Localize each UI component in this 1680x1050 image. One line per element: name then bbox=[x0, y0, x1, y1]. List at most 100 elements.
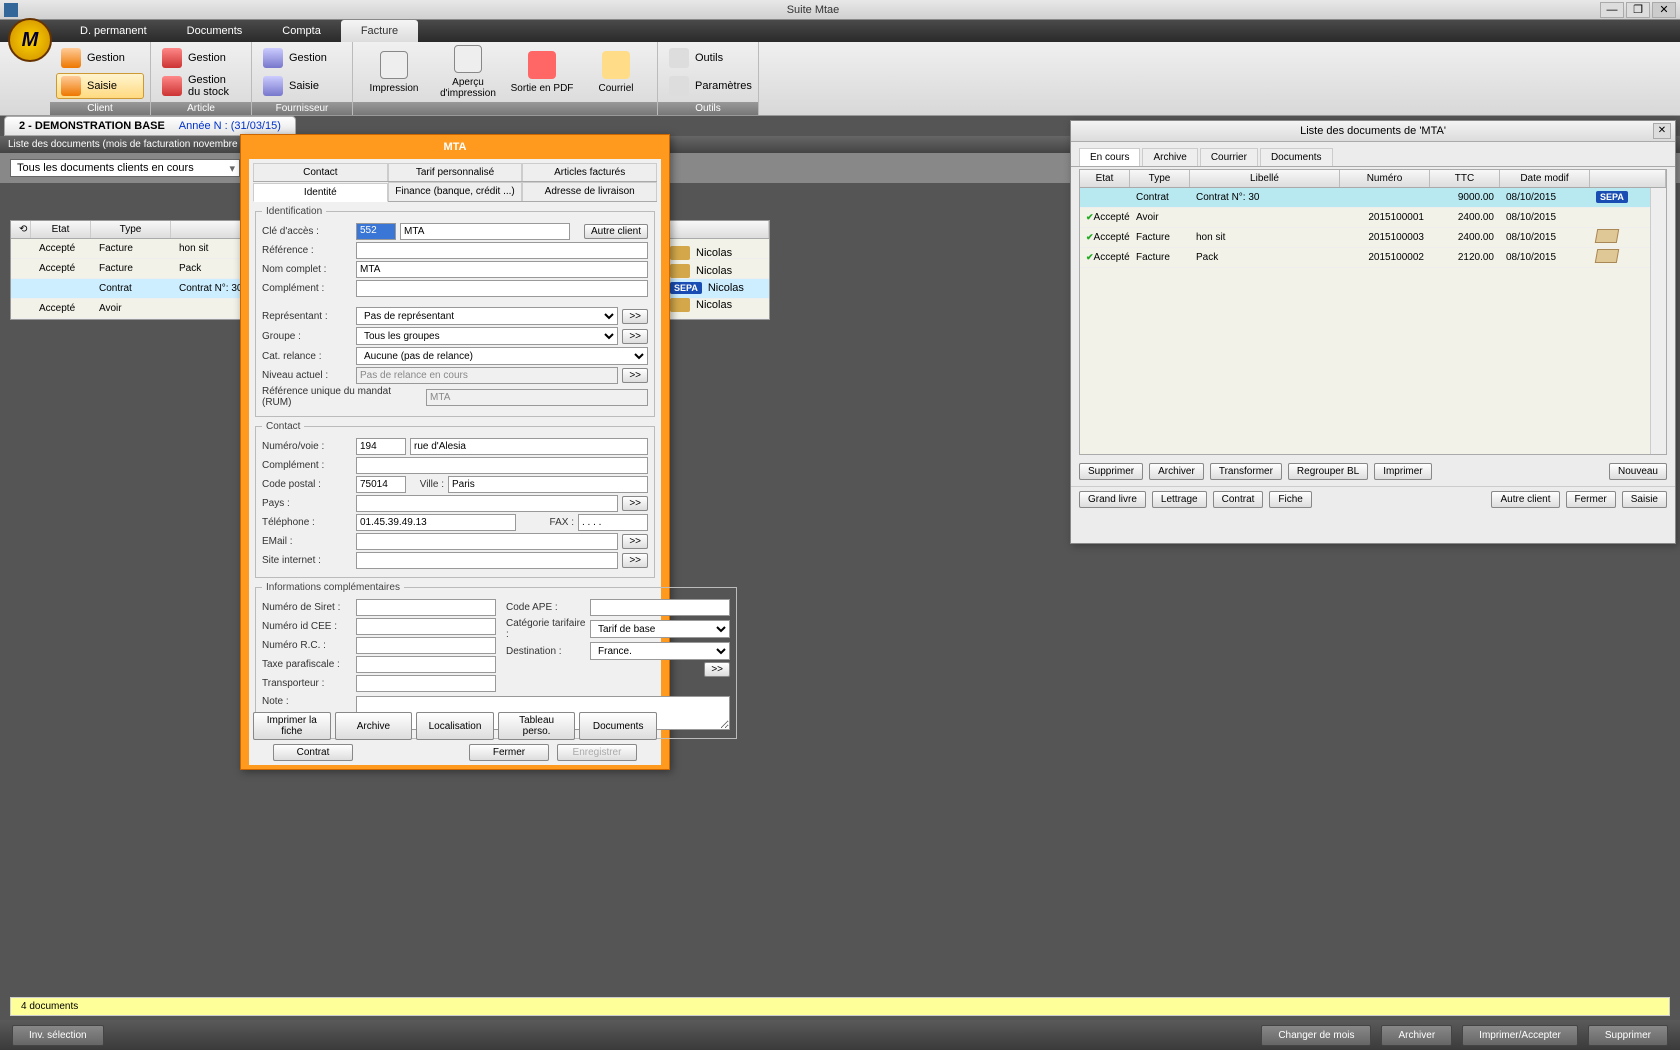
ribbon-tools-outils[interactable]: Outils bbox=[664, 45, 752, 71]
supprimer-button[interactable]: Supprimer bbox=[1079, 463, 1143, 480]
tel-input[interactable] bbox=[356, 514, 516, 531]
contrat-button[interactable]: Contrat bbox=[273, 744, 353, 761]
mail-input[interactable] bbox=[356, 533, 618, 550]
ribbon-client-saisie[interactable]: Saisie bbox=[56, 73, 144, 99]
site-more-button[interactable]: >> bbox=[622, 553, 648, 568]
doclist-th-type[interactable]: Type bbox=[1130, 170, 1190, 187]
ribbon-aper-u-d-impression[interactable]: Aperçu d'impression bbox=[433, 44, 503, 100]
ccomp-input[interactable] bbox=[356, 457, 648, 474]
grp-more-button[interactable]: >> bbox=[622, 329, 648, 344]
lettrage-button[interactable]: Lettrage bbox=[1152, 491, 1207, 508]
site-input[interactable] bbox=[356, 552, 618, 569]
bg-th-icon[interactable]: ⟲ bbox=[11, 221, 31, 238]
menu-facture[interactable]: Facture bbox=[341, 20, 418, 42]
supprimer-bottom-button[interactable]: Supprimer bbox=[1588, 1025, 1668, 1046]
rep-more-button[interactable]: >> bbox=[622, 309, 648, 324]
mail-more-button[interactable]: >> bbox=[622, 534, 648, 549]
doclist-row[interactable]: ✔AcceptéFacturehon sit20151000032400.000… bbox=[1080, 228, 1666, 248]
cle-input[interactable]: 552 bbox=[356, 223, 396, 240]
mta-tab-identit[interactable]: Identité bbox=[253, 183, 388, 202]
doclist-tab-encours[interactable]: En cours bbox=[1079, 148, 1140, 166]
filter-combo[interactable]: Tous les documents clients en cours bbox=[10, 159, 240, 177]
bg-th-etat[interactable]: Etat bbox=[31, 221, 91, 238]
doclist-th-ttc[interactable]: TTC bbox=[1430, 170, 1500, 187]
bg-th-type[interactable]: Type bbox=[91, 221, 171, 238]
cle-name-input[interactable] bbox=[400, 223, 570, 240]
ribbon-tools-paramtres[interactable]: Paramètres bbox=[664, 73, 752, 99]
trans-more-button[interactable]: >> bbox=[704, 662, 730, 677]
doclist-tab-archive[interactable]: Archive bbox=[1142, 148, 1197, 166]
rue-input[interactable] bbox=[410, 438, 648, 455]
mta-tab-tarifpersonnalis[interactable]: Tarif personnalisé bbox=[388, 163, 523, 181]
tableau-perso--button[interactable]: Tableau perso. bbox=[498, 712, 576, 740]
archiver-button[interactable]: Archiver bbox=[1149, 463, 1204, 480]
doclist-tab-documents[interactable]: Documents bbox=[1260, 148, 1333, 166]
ref-input[interactable] bbox=[356, 242, 648, 259]
nom-input[interactable] bbox=[356, 261, 648, 278]
ribbon-fournisseur-gestion[interactable]: Gestion bbox=[258, 45, 346, 71]
doclist-row[interactable]: ContratContrat N°: 309000.0008/10/2015SE… bbox=[1080, 188, 1666, 208]
changer-mois-button[interactable]: Changer de mois bbox=[1261, 1025, 1371, 1046]
fermer-button[interactable]: Fermer bbox=[469, 744, 549, 761]
pays-more-button[interactable]: >> bbox=[622, 496, 648, 511]
contrat-button[interactable]: Contrat bbox=[1213, 491, 1264, 508]
doclist-tab-courrier[interactable]: Courrier bbox=[1200, 148, 1258, 166]
cattar-select[interactable]: Tarif de base bbox=[590, 620, 730, 638]
grid-scrollbar[interactable] bbox=[1650, 188, 1666, 454]
ville-input[interactable] bbox=[448, 476, 648, 493]
maximize-button[interactable]: ❐ bbox=[1626, 2, 1650, 18]
document-tab[interactable]: 2 - DEMONSTRATION BASE Année N : (31/03/… bbox=[4, 116, 296, 136]
fax-input[interactable] bbox=[578, 514, 648, 531]
dest-select[interactable]: France. bbox=[590, 642, 730, 660]
trans-input[interactable] bbox=[356, 675, 496, 692]
minimize-button[interactable]: — bbox=[1600, 2, 1624, 18]
ribbon-courriel[interactable]: Courriel bbox=[581, 44, 651, 100]
close-button[interactable]: ✕ bbox=[1652, 2, 1676, 18]
comp-input[interactable] bbox=[356, 280, 648, 297]
imprimer-accepter-button[interactable]: Imprimer/Accepter bbox=[1462, 1025, 1578, 1046]
menu-documents[interactable]: Documents bbox=[167, 20, 263, 42]
rc-input[interactable] bbox=[356, 637, 496, 654]
transformer-button[interactable]: Transformer bbox=[1210, 463, 1282, 480]
imprimer-button[interactable]: Imprimer bbox=[1374, 463, 1431, 480]
taxe-input[interactable] bbox=[356, 656, 496, 673]
cp-input[interactable] bbox=[356, 476, 406, 493]
mta-tab-contact[interactable]: Contact bbox=[253, 163, 388, 181]
imprimer-la-fiche-button[interactable]: Imprimer la fiche bbox=[253, 712, 331, 740]
cat-select[interactable]: Aucune (pas de relance) bbox=[356, 347, 648, 365]
inv-selection-button[interactable]: Inv. sélection bbox=[12, 1025, 104, 1046]
ribbon-client-gestion[interactable]: Gestion bbox=[56, 45, 144, 71]
doclist-th-libell[interactable]: Libellé bbox=[1190, 170, 1340, 187]
mta-tab-financebanquecrdit[interactable]: Finance (banque, crédit ...) bbox=[388, 182, 523, 201]
menu-compta[interactable]: Compta bbox=[262, 20, 341, 42]
fermer-button[interactable]: Fermer bbox=[1566, 491, 1616, 508]
nouveau-button[interactable]: Nouveau bbox=[1609, 463, 1667, 480]
ribbon-fournisseur-saisie[interactable]: Saisie bbox=[258, 73, 346, 99]
saisie-button[interactable]: Saisie bbox=[1622, 491, 1667, 508]
autre-client-button[interactable]: Autre client bbox=[584, 224, 648, 239]
mta-tab-articlesfacturs[interactable]: Articles facturés bbox=[522, 163, 657, 181]
doclist-row[interactable]: ✔AcceptéAvoir20151000012400.0008/10/2015 bbox=[1080, 208, 1666, 228]
doclist-th-numro[interactable]: Numéro bbox=[1340, 170, 1430, 187]
autre-client-button[interactable]: Autre client bbox=[1491, 491, 1559, 508]
ribbon-article-gestion[interactable]: Gestion bbox=[157, 45, 245, 71]
pays-input[interactable] bbox=[356, 495, 618, 512]
niv-more-button[interactable]: >> bbox=[622, 368, 648, 383]
archiver-bottom-button[interactable]: Archiver bbox=[1381, 1025, 1452, 1046]
doclist-th-etat[interactable]: Etat bbox=[1080, 170, 1130, 187]
doclist-th-datemodif[interactable]: Date modif bbox=[1500, 170, 1590, 187]
documents-button[interactable]: Documents bbox=[579, 712, 657, 740]
cee-input[interactable] bbox=[356, 618, 496, 635]
grand-livre-button[interactable]: Grand livre bbox=[1079, 491, 1146, 508]
localisation-button[interactable]: Localisation bbox=[416, 712, 494, 740]
ribbon-impression[interactable]: Impression bbox=[359, 44, 429, 100]
ribbon-article-gestion-du-stock[interactable]: Gestion du stock bbox=[157, 73, 245, 99]
regrouper-bl-button[interactable]: Regrouper BL bbox=[1288, 463, 1368, 480]
ribbon-sortie-en-pdf[interactable]: Sortie en PDF bbox=[507, 44, 577, 100]
mta-tab-adressedelivraison[interactable]: Adresse de livraison bbox=[522, 182, 657, 201]
num-input[interactable] bbox=[356, 438, 406, 455]
rep-select[interactable]: Pas de représentant bbox=[356, 307, 618, 325]
documents-dialog-close[interactable]: ✕ bbox=[1653, 123, 1671, 139]
doclist-row[interactable]: ✔AcceptéFacturePack20151000022120.0008/1… bbox=[1080, 248, 1666, 268]
menu-dpermanent[interactable]: D. permanent bbox=[60, 20, 167, 42]
